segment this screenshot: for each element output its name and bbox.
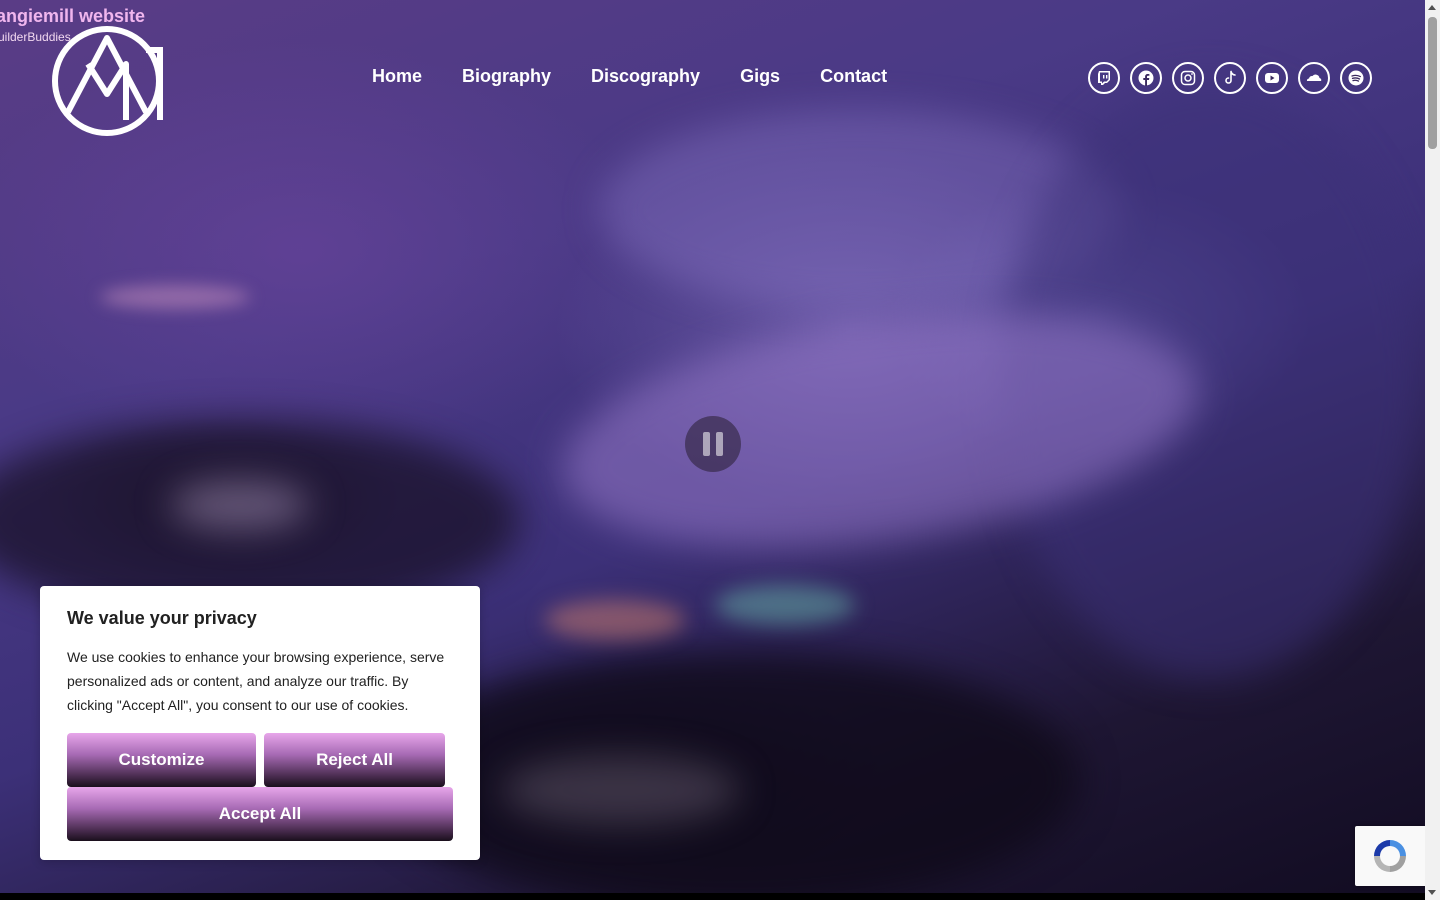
cookie-consent-banner: We value your privacy We use cookies to … — [40, 586, 480, 860]
youtube-link[interactable] — [1256, 62, 1288, 94]
video-blur-shape — [170, 480, 310, 530]
accept-all-button[interactable]: Accept All — [67, 787, 453, 841]
instagram-link[interactable] — [1172, 62, 1204, 94]
facebook-link[interactable] — [1130, 62, 1162, 94]
nav-item-gigs[interactable]: Gigs — [740, 66, 780, 87]
spotify-icon — [1348, 70, 1364, 86]
scroll-up-icon[interactable] — [1428, 5, 1436, 10]
nav-item-home[interactable]: Home — [372, 66, 422, 87]
recaptcha-badge[interactable] — [1355, 826, 1425, 886]
scrollbar-thumb[interactable] — [1428, 17, 1437, 149]
video-blur-shape — [715, 585, 855, 625]
twitch-link[interactable] — [1088, 62, 1120, 94]
reject-all-button[interactable]: Reject All — [264, 733, 445, 787]
pause-icon — [703, 432, 710, 456]
cookie-description: We use cookies to enhance your browsing … — [67, 649, 445, 713]
cookie-title: We value your privacy — [67, 608, 257, 628]
soundcloud-icon — [1306, 74, 1322, 81]
youtube-icon — [1265, 73, 1279, 83]
video-blur-shape — [380, 650, 1080, 893]
video-pause-button[interactable] — [685, 416, 741, 472]
video-blur-shape — [545, 600, 685, 640]
logo-icon — [52, 26, 163, 136]
main-nav: Home Biography Discography Gigs Contact — [372, 66, 887, 87]
cookie-button-row: Customize Reject All — [67, 733, 453, 787]
facebook-icon — [1138, 70, 1154, 86]
video-blur-shape — [500, 755, 740, 825]
nav-item-biography[interactable]: Biography — [462, 66, 551, 87]
site-logo[interactable] — [50, 24, 164, 138]
tiktok-icon — [1225, 70, 1236, 84]
spotify-link[interactable] — [1340, 62, 1372, 94]
social-links — [1088, 62, 1372, 94]
page-scrollbar[interactable] — [1425, 0, 1440, 900]
scroll-down-icon[interactable] — [1428, 890, 1436, 895]
video-blur-shape — [100, 285, 250, 309]
tiktok-link[interactable] — [1214, 62, 1246, 94]
nav-item-contact[interactable]: Contact — [820, 66, 887, 87]
instagram-icon — [1180, 70, 1196, 86]
customize-button[interactable]: Customize — [67, 733, 256, 787]
recaptcha-icon — [1374, 840, 1406, 872]
soundcloud-link[interactable] — [1298, 62, 1330, 94]
twitch-icon — [1098, 71, 1110, 85]
nav-item-discography[interactable]: Discography — [591, 66, 700, 87]
pause-icon — [716, 432, 723, 456]
